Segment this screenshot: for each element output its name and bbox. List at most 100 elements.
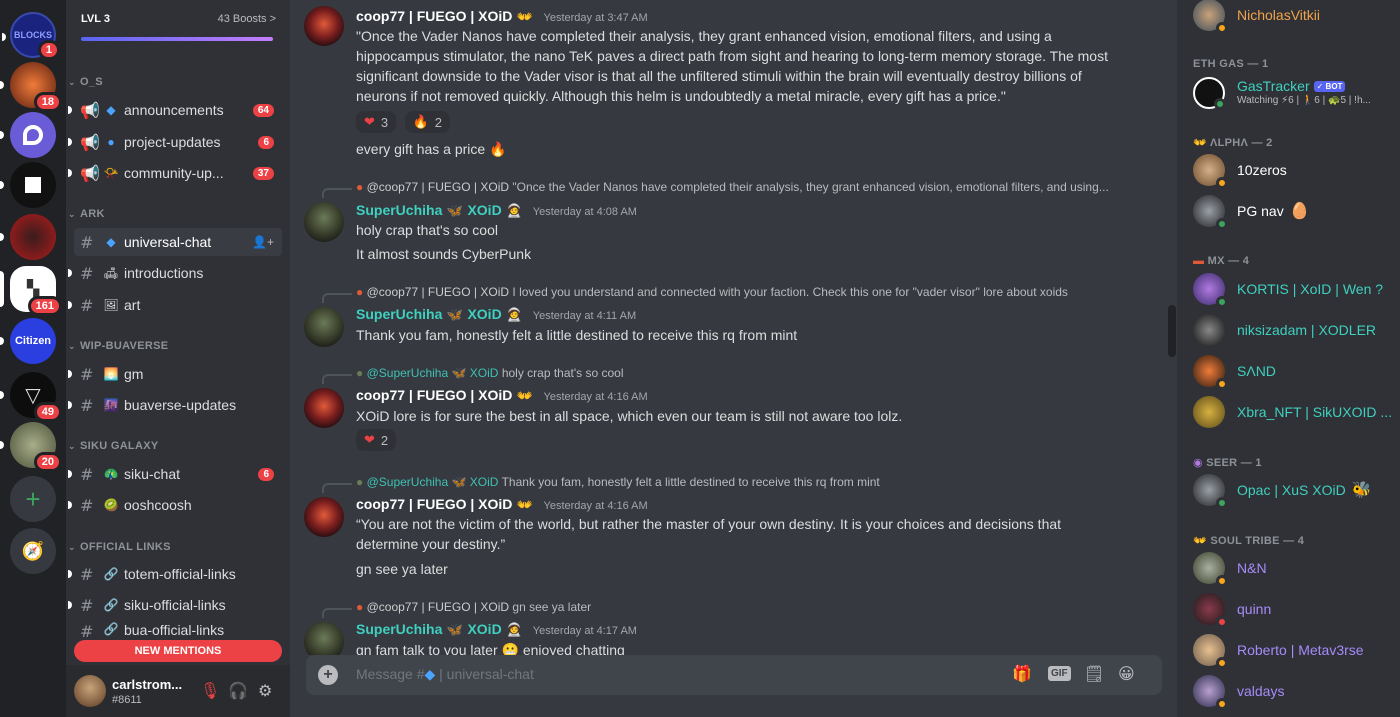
member-item[interactable]: 10zeros [1185,150,1395,190]
channel-gm[interactable]: # 🌅 gm [68,360,282,388]
boost-header[interactable]: LVL 3 43 Boosts > [66,0,290,52]
member-item[interactable]: valdays [1185,671,1395,711]
avatar [1193,396,1225,428]
avatar[interactable] [74,675,106,707]
reply-preview[interactable]: ● @coop77 | FUEGO | XOiD I loved you und… [356,285,1068,299]
channel-project-updates[interactable]: 📢 ● project-updates 6 [68,128,282,156]
channel-sidebar: LVL 3 43 Boosts > ⌄ O_S 📢 ◆ announcements… [66,0,290,717]
role-category: ETH GAS — 1 [1193,58,1269,70]
member-item[interactable]: quinn [1185,589,1395,629]
channel-universal-chat[interactable]: # ◆ universal-chat 👤+ [74,228,282,256]
member-item[interactable]: NicholasVitkii [1185,0,1395,35]
username[interactable]: carlstrom... [112,677,182,692]
message-author[interactable]: coop77 | FUEGO | XOiD [356,496,512,512]
channel-announcements[interactable]: 📢 ◆ announcements 64 [68,96,282,124]
avatar[interactable] [304,622,344,655]
member-item[interactable]: PG nav 🥚 [1185,191,1395,231]
reply-preview[interactable]: ● @coop77 | FUEGO | XOiD "Once the Vader… [356,180,1109,194]
member-name: PG nav [1237,203,1284,219]
couch-icon: 🛋 [103,266,119,280]
member-item[interactable]: niksizadam | XODLER [1185,310,1395,350]
channel-art[interactable]: # 🖼 art [68,291,282,319]
reply-preview[interactable]: ● @coop77 | FUEGO | XOiD gn see ya later [356,600,591,614]
gift-icon[interactable]: 🎁 [1012,664,1032,684]
channel-siku-official-links[interactable]: # 🔗 siku-official-links [68,591,282,619]
message-author[interactable]: SuperUchiha [356,202,442,218]
reaction-fire[interactable]: 🔥 2 [404,111,451,133]
discord-app: BLOCKS 1 18 ▚ 161 Citizen ▽ 49 20 + 🧭 LV… [0,0,1400,717]
category-label: OFFICIAL LINKS [80,541,171,553]
message-author[interactable]: coop77 | FUEGO | XOiD [356,8,512,24]
member-name: SΛND [1237,363,1276,379]
emoji-icon[interactable]: 😀 [1118,664,1135,684]
message-timestamp: Yesterday at 4:16 AM [543,500,648,512]
headphones-icon[interactable]: 🎧 [228,681,248,701]
server-active[interactable]: ▚ 161 [0,266,62,316]
reaction-heart[interactable]: ❤ 2 [356,429,397,451]
message-input[interactable]: Message #◆ | universal-chat [356,666,534,683]
category-official-links[interactable]: ⌄ OFFICIAL LINKS [68,541,171,553]
member-item[interactable]: KORTIS | XoID | Wen ? [1185,269,1395,309]
member-item[interactable]: N&N [1185,548,1395,588]
category-os[interactable]: ⌄ O_S [68,76,103,88]
channel-name: ooshcoosh [124,497,192,513]
server-2[interactable]: 18 [0,62,62,112]
channel-totem-official-links[interactable]: # 🔗 totem-official-links [68,560,282,588]
reply-preview[interactable]: ● @SuperUchiha 🦋 XOiD holy crap that's s… [356,366,624,380]
megaphone-icon: 📯 [103,166,119,180]
message-timestamp: Yesterday at 3:47 AM [543,12,648,24]
category-ark[interactable]: ⌄ ARK [68,208,105,220]
message-composer[interactable]: + Message #◆ | universal-chat 🎁 GIF 🗒 😀 [306,655,1162,695]
diamond-icon: ◆ [424,666,436,682]
add-server-button[interactable]: + [10,476,56,522]
gif-button[interactable]: GIF [1048,666,1071,681]
member-item[interactable]: SΛND [1185,351,1395,391]
channel-bua-official-links[interactable]: # 🔗 bua-official-links [74,622,282,638]
category-wip-buaverse[interactable]: ⌄ WIP-BUAVERSE [68,340,168,352]
reply-preview[interactable]: ● @SuperUchiha 🦋 XOiD Thank you fam, hon… [356,475,880,489]
new-mentions-button[interactable]: NEW MENTIONS [74,640,282,662]
channel-buaverse-updates[interactable]: # 🌆 buaverse-updates [68,391,282,419]
scrollbar[interactable] [1168,0,1176,657]
message-author[interactable]: SuperUchiha [356,306,442,322]
category-siku-galaxy[interactable]: ⌄ SIKU GALAXY [68,440,158,452]
message-author[interactable]: coop77 | FUEGO | XOiD [356,387,512,403]
unread-indicator [0,131,4,139]
reaction-heart[interactable]: ❤ 3 [356,111,397,133]
server-9[interactable]: 20 [0,422,62,472]
server-8[interactable]: ▽ 49 [0,372,62,422]
explore-servers-button[interactable]: 🧭 [10,528,56,574]
server-5[interactable] [0,214,56,260]
sticker-icon[interactable]: 🗒 [1084,664,1104,684]
server-blocks[interactable]: BLOCKS 1 [2,12,60,60]
gear-icon[interactable]: ⚙ [258,681,272,701]
message-author[interactable]: SuperUchiha [356,621,442,637]
server-badge: 1 [37,40,60,60]
server-4[interactable] [0,162,56,208]
link-icon: 🔗 [103,598,119,612]
member-name: valdays [1237,683,1285,699]
member-item[interactable]: Xbra_NFT | SikUXOID ... [1185,392,1395,432]
channel-community-updates[interactable]: 📢 📯 community-up... 37 [68,159,282,187]
avatar[interactable] [304,307,344,347]
avatar[interactable] [304,497,344,537]
attach-button[interactable]: + [318,665,338,685]
avatar[interactable] [304,388,344,428]
invite-user-icon[interactable]: 👤+ [252,235,274,249]
server-citizen-dao[interactable]: Citizen [0,318,56,364]
channel-ooshcoosh[interactable]: # 🥝 ooshcoosh [68,491,282,519]
avatar [1193,634,1228,669]
boost-count[interactable]: 43 Boosts > [218,13,276,25]
member-item[interactable]: GasTracker ✓ BOT Watching ⚡6 | 🚶6 | 🐢5 |… [1185,73,1395,113]
reaction-count: 2 [380,432,389,448]
channel-siku-chat[interactable]: # 🦚 siku-chat 6 [68,460,282,488]
member-item[interactable]: Opac | XuS XOiD 🐝 [1185,470,1395,510]
channel-introductions[interactable]: # 🛋 introductions [68,259,282,287]
avatar[interactable] [304,202,344,242]
server-3[interactable] [0,112,56,158]
mute-microphone-icon[interactable]: 🎙 [200,681,220,701]
avatar [1193,195,1228,230]
scrollbar-thumb[interactable] [1168,305,1176,357]
avatar[interactable] [304,6,344,46]
member-item[interactable]: Roberto | Metav3rse [1185,630,1395,670]
